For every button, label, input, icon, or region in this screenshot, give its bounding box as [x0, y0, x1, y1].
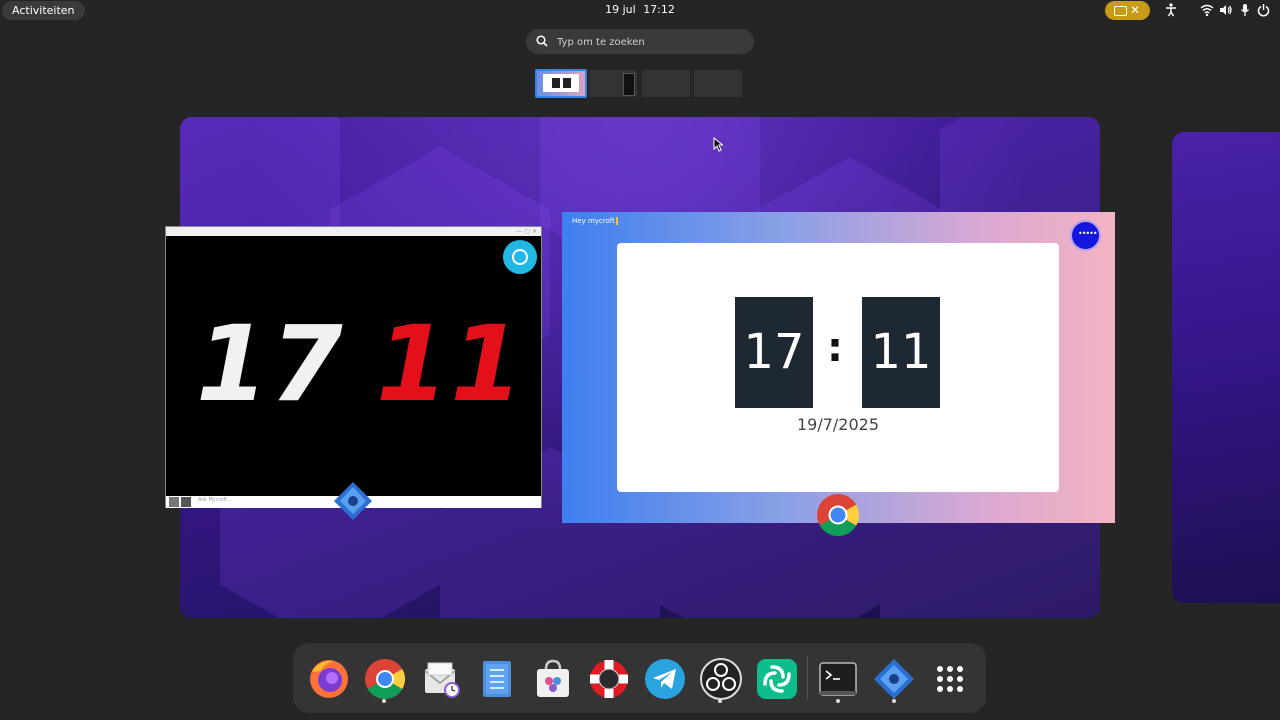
clock[interactable]: 19 jul 17:12	[0, 3, 1280, 16]
workspace-preview-next[interactable]	[1172, 132, 1280, 603]
mycroft-window[interactable]: — ▢ ✕ 17 11 Ask Mycroft...	[165, 226, 542, 508]
clock-card: 17 : 11 19/7/2025	[617, 243, 1059, 492]
dash-separator	[807, 657, 808, 699]
telegram-icon[interactable]	[643, 657, 687, 701]
running-indicator	[382, 699, 386, 703]
running-indicator	[718, 699, 722, 703]
screen-share-indicator[interactable]: ✕	[1105, 1, 1150, 20]
help-icon[interactable]	[587, 657, 631, 701]
dash	[293, 643, 986, 713]
timer-button[interactable]	[503, 240, 537, 274]
ask-input[interactable]: Ask Mycroft...	[198, 497, 232, 503]
mouse-cursor	[713, 136, 724, 156]
clock-colon: :	[827, 325, 843, 371]
obs-icon[interactable]	[699, 657, 743, 701]
clock-date-label: 19/7/2025	[796, 415, 880, 434]
software-icon[interactable]	[531, 657, 575, 701]
dots-menu-button[interactable]: •••••	[1072, 222, 1099, 249]
clock-time: 17:12	[643, 3, 675, 16]
workspace-thumbnail-4[interactable]	[694, 70, 742, 97]
back-button[interactable]	[181, 497, 191, 507]
mini-digit	[552, 78, 560, 88]
element-icon[interactable]	[755, 657, 799, 701]
terminal-icon[interactable]	[816, 657, 860, 701]
power-icon[interactable]	[1257, 3, 1270, 19]
firefox-icon[interactable]	[307, 657, 351, 701]
clock-date: 19 jul	[605, 3, 636, 16]
search-icon	[536, 35, 548, 47]
volume-icon[interactable]	[1219, 3, 1233, 19]
mycroft-app-icon	[333, 481, 373, 525]
accessibility-icon[interactable]	[1165, 3, 1177, 19]
timer-icon	[512, 249, 528, 265]
gnome-overview: Activiteiten 19 jul 17:12 ✕ Typ om te zo…	[0, 0, 1280, 720]
mini-window-preview	[543, 74, 579, 92]
chrome-window[interactable]: Hey mycroft ••••• 17 : 11 19/7/2025	[562, 212, 1115, 523]
chrome-app-icon	[816, 493, 860, 541]
wake-word-label: Hey mycroft	[572, 217, 618, 225]
running-indicator	[836, 699, 840, 703]
mini-digit	[563, 78, 571, 88]
mail-icon[interactable]	[419, 657, 463, 701]
app-grid-icon[interactable]	[928, 657, 972, 701]
close-icon[interactable]: ✕	[1130, 2, 1140, 19]
microphone-icon[interactable]	[1240, 3, 1250, 19]
running-indicator	[892, 699, 896, 703]
mini-window-preview	[623, 73, 635, 96]
menu-button[interactable]	[169, 497, 179, 507]
wifi-icon[interactable]	[1200, 3, 1214, 19]
screen-share-icon	[1114, 6, 1127, 16]
workspace-thumbnail-3[interactable]	[642, 70, 690, 97]
mycroft-icon[interactable]	[872, 657, 916, 701]
workspace-thumbnail-2[interactable]	[589, 70, 637, 97]
search-bar[interactable]	[526, 29, 754, 54]
files-icon[interactable]	[475, 657, 519, 701]
search-input[interactable]	[555, 32, 749, 53]
workspace-thumbnail-1[interactable]	[535, 69, 587, 98]
top-bar: Activiteiten 19 jul 17:12 ✕	[0, 0, 1280, 22]
flip-minute: 11	[862, 297, 940, 408]
dots-icon: •••••	[1078, 229, 1098, 238]
window-titlebar: — ▢ ✕	[166, 227, 541, 236]
clock-hour: 17	[196, 303, 345, 425]
flip-hour: 17	[735, 297, 813, 408]
clock-minute: 11	[376, 303, 525, 425]
chrome-icon[interactable]	[363, 657, 407, 701]
